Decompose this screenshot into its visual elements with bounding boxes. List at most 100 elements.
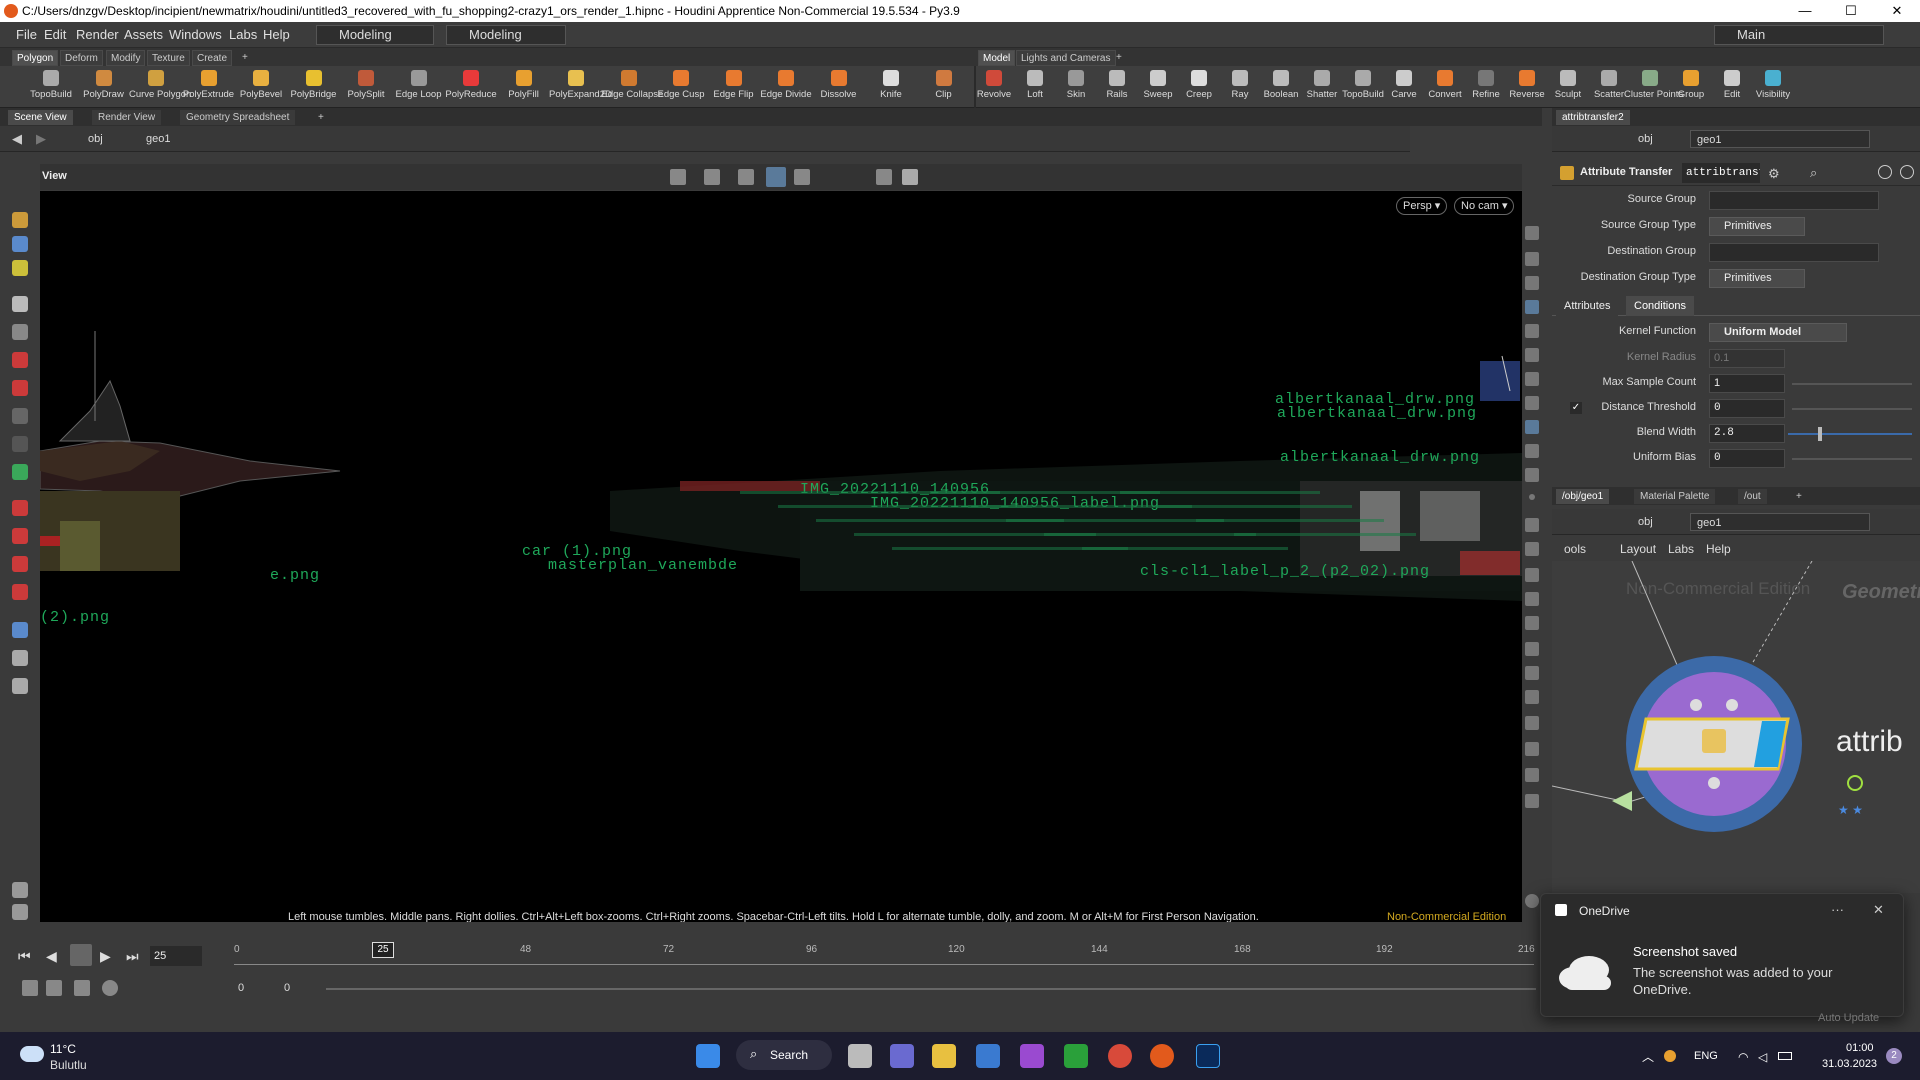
tab-attribtransfer2[interactable]: attribtransfer2 [1556,110,1630,125]
pin-icon[interactable] [12,882,28,898]
shelf-tab-texture[interactable]: Texture [147,50,190,66]
source-group-field[interactable] [1709,191,1879,210]
tab-obj-geo1[interactable]: /obj/geo1 [1556,489,1610,504]
menu-file[interactable]: File [16,27,37,42]
file-explorer-icon[interactable] [932,1044,956,1068]
task-view-icon[interactable] [848,1044,872,1068]
timeline-ruler[interactable]: 0 48 72 96 120 144 168 192 216 25 [234,942,1535,972]
handle-tool-icon[interactable] [738,169,754,185]
forward-arrow-icon[interactable]: ▶ [36,131,46,147]
points-icon[interactable] [12,352,28,368]
particles-icon[interactable] [1525,666,1539,680]
tab-out[interactable]: /out [1738,489,1767,504]
max-sample-count-field[interactable]: 1 [1709,374,1785,393]
shelf-tool-dissolve[interactable]: Dissolve [812,68,866,106]
search-icon[interactable]: ⌕ [1810,165,1817,181]
clock-time[interactable]: 01:00 [1846,1042,1874,1054]
snap-toggle-icon[interactable] [766,167,786,187]
step-back-button[interactable]: ◀ [46,948,57,965]
shelf-tool-polyreduce[interactable]: PolyReduce [444,68,498,106]
bounds-icon[interactable] [1525,616,1539,630]
tray-chevron-icon[interactable]: ︿ [1642,1048,1654,1065]
tab-material-palette[interactable]: Material Palette [1634,489,1716,504]
shading-icon[interactable] [1525,300,1539,314]
ghost-icon[interactable] [1525,252,1539,266]
display-icon[interactable] [794,169,810,185]
shelf-tool-knife[interactable]: Knife [864,68,918,106]
start-icon[interactable] [696,1044,720,1068]
menu-render[interactable]: Render [76,27,119,42]
shelf-tab-polygon[interactable]: Polygon [12,50,59,66]
transform-tool-icon[interactable] [704,169,720,185]
tab-add-network[interactable]: + [1790,489,1808,504]
workspace-dropdown[interactable]: Modeling [446,25,566,45]
shelf-tab-deform[interactable]: Deform [60,50,103,66]
messenger-icon[interactable] [1020,1044,1044,1068]
tab-conditions[interactable]: Conditions [1626,296,1694,316]
weather-icon[interactable] [20,1046,44,1062]
range-slider[interactable] [326,988,1536,990]
menu-help[interactable]: Help [263,27,290,42]
normals-icon[interactable] [1525,396,1539,410]
shelf-tool-edge-cusp[interactable]: Edge Cusp [654,68,708,106]
shelf-tool-polyextrude[interactable]: PolyExtrude [182,68,236,106]
weather-status[interactable]: Bulutlu [50,1058,87,1072]
uniform-bias-field[interactable]: 0 [1709,449,1785,468]
breadcrumb-obj[interactable]: obj [82,130,103,148]
houdini-taskbar-icon[interactable] [1150,1044,1174,1068]
xbox-icon[interactable] [1064,1044,1088,1068]
scene-viewport[interactable]: albertkanaal_drw.png albertkanaal_drw.png… [40,191,1522,922]
network-menu-tools[interactable]: ools [1564,542,1586,556]
language-indicator[interactable]: ENG [1694,1050,1718,1062]
tab-add[interactable]: + [312,110,330,125]
objects-icon[interactable] [12,464,28,480]
weather-temp[interactable]: 11°C [50,1042,76,1056]
geometry-icon[interactable] [1525,716,1539,730]
network-menu-layout[interactable]: Layout [1620,542,1656,556]
loop-icon[interactable] [74,980,90,996]
settings-icon[interactable] [12,904,28,920]
shelf-tool-edge-collapse[interactable]: Edge Collapse [602,68,663,106]
shelf-tab-lights-cameras[interactable]: Lights and Cameras [1016,50,1116,66]
home-view-icon[interactable] [12,622,28,638]
menu-edit[interactable]: Edit [44,27,66,42]
network-menu-labs[interactable]: Labs [1668,542,1694,556]
network-node[interactable] [1636,719,1788,769]
persp-menu[interactable]: Persp ▾ [1396,197,1448,215]
select-tool-icon[interactable] [670,169,686,185]
wifi-icon[interactable]: ◠ [1738,1050,1748,1064]
headlight-icon[interactable] [1525,372,1539,386]
display-options-icon[interactable] [1525,226,1539,240]
store-icon[interactable] [976,1044,1000,1068]
parms-breadcrumb-obj[interactable]: obj [1632,130,1653,148]
taskbar-search[interactable]: ⌕ Search [736,1040,832,1070]
clock-date[interactable]: 31.03.2023 [1822,1058,1877,1070]
shelf-tool-polysplit[interactable]: PolySplit [339,68,393,106]
desktop-dropdown[interactable]: Modeling [316,25,434,45]
select-mode-icon[interactable] [12,236,28,252]
shelf-tab-model[interactable]: Model [978,50,1016,66]
back-arrow-icon[interactable]: ◀ [12,131,22,147]
shelf-tool-clip[interactable]: Clip [917,68,971,106]
last-frame-button[interactable]: ⏭ [126,948,139,965]
prims-icon[interactable] [12,408,28,424]
texture-icon[interactable] [1525,592,1539,606]
guide-icon[interactable] [1525,568,1539,582]
notification-badge[interactable]: 2 [1886,1048,1902,1064]
chrome-icon[interactable] [1108,1044,1132,1068]
menu-assets[interactable]: Assets [124,27,163,42]
current-frame-field[interactable]: 25 [150,946,202,966]
shelf-tool-edge-divide[interactable]: Edge Divide [759,68,813,106]
blend-width-field[interactable]: 2.8 [1709,424,1785,443]
frame-marker[interactable]: 25 [372,942,394,958]
blend-width-slider-handle[interactable] [1818,427,1822,441]
gear-icon[interactable]: ⚙ [1768,166,1780,182]
teams-icon[interactable] [890,1044,914,1068]
network-breadcrumb-obj[interactable]: obj [1632,513,1653,531]
shelf-tool-curve-polygon[interactable]: Curve Polygon [129,68,191,106]
shelf-tool-polybridge[interactable]: PolyBridge [287,68,341,106]
stop-button[interactable] [70,944,92,966]
camera-icon[interactable] [876,169,892,185]
notification-more-button[interactable]: ··· [1831,902,1844,917]
pan-icon[interactable] [12,528,28,544]
